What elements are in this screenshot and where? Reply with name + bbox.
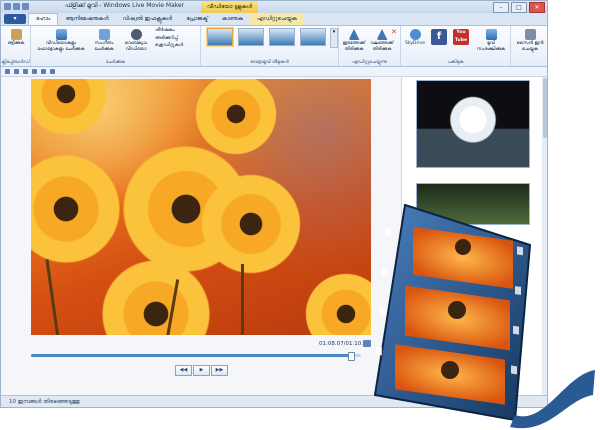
clipboard-group-label: ക്ലിപ്പ്ബോർഡ്: [1, 60, 30, 65]
editing-group-label: എഡിറ്റുചെയ്യുന്നു: [352, 60, 387, 65]
skydrive-label: SkyDrive: [405, 41, 425, 46]
close-button[interactable]: ✕: [529, 2, 545, 13]
tab-visual-effects[interactable]: വിഷ്വൽ ഇഫക്റ്റുകൾ: [116, 14, 180, 25]
rotate-left-label: ഇടത്തേക്ക് തിരിക്കുക: [342, 41, 366, 52]
add-group: വീഡിയോകളും ഫോട്ടോകളും ചേർക്കുക സംഗീതം ചേ…: [31, 26, 201, 66]
playback-controls: ◀◀ ▶ ▶▶: [175, 365, 228, 376]
film-photo-icon: [55, 29, 67, 40]
flower: [31, 149, 126, 269]
app-menu-button[interactable]: ▾: [4, 14, 26, 24]
tab-view[interactable]: കാണുക: [215, 14, 250, 25]
sign-in-label: സൈൻ ഇൻ ചെയ്യുക: [516, 41, 544, 52]
add-videos-label: വീഡിയോകളും ഫോട്ടോകളും ചേർക്കുക: [37, 41, 85, 52]
rotate-left-icon: [348, 29, 360, 40]
tab-animations[interactable]: ആനിമേഷനുകൾ: [58, 14, 115, 25]
paste-icon: [10, 29, 22, 40]
share-group-label: പങ്കിടുക: [447, 60, 464, 65]
add-music-label: സംഗീതം ചേർക്കുക: [94, 41, 114, 52]
minimize-button[interactable]: –: [493, 2, 509, 13]
youtube-icon[interactable]: You Tube: [453, 29, 469, 45]
status-text: 10 ഇനങ്ങൾ തിരഞ്ഞെടുത്തു: [9, 399, 80, 405]
skydrive-button[interactable]: SkyDrive: [403, 29, 427, 47]
ribbon: ഒട്ടിക്കുക ക്ലിപ്പ്ബോർഡ് വീഡിയോകളും ഫോട്…: [1, 26, 547, 67]
caption-button[interactable]: അടിക്കുറിപ്പ്: [155, 36, 199, 42]
preview-image: [31, 79, 371, 335]
stem: [241, 264, 244, 335]
seek-thumb[interactable]: [348, 352, 356, 361]
clipboard-group: ഒട്ടിക്കുക ക്ലിപ്പ്ബോർഡ്: [1, 26, 31, 66]
window-title: ഫ്ളിക്ക് മൂവി - Windows Live Movie Maker: [65, 2, 185, 9]
cloud-icon: [409, 29, 421, 40]
play-button[interactable]: ▶: [193, 365, 210, 376]
maximize-button[interactable]: □: [511, 2, 527, 13]
themes-group-label: ഓട്ടോമൂവി തീമുകൾ: [250, 60, 289, 65]
webcam-video-button[interactable]: വെബ്ക്യാം വീഡിയോ: [121, 29, 151, 52]
paste-button[interactable]: ഒട്ടിക്കുക: [4, 29, 28, 47]
seek-progress: [31, 354, 352, 357]
flower: [31, 79, 111, 139]
share-group: SkyDrive f You Tube മൂവി സംരക്ഷിക്കുക പങ…: [401, 26, 511, 66]
music-note-icon: [98, 29, 110, 40]
quick-access-toolbar: [4, 3, 29, 10]
next-frame-button[interactable]: ▶▶: [211, 365, 228, 376]
zoom-in-icon[interactable]: [14, 69, 19, 74]
sign-in-button[interactable]: സൈൻ ഇൻ ചെയ്യുക: [515, 29, 545, 52]
paste-label: ഒട്ടിക്കുക: [7, 41, 25, 46]
film-save-icon: [485, 29, 497, 40]
add-text-options: ശീർഷകം അടിക്കുറിപ്പ് ക്രെഡിറ്റുകൾ: [155, 28, 199, 49]
rotate-right-label: വലത്തേക്ക് തിരിക്കുക: [370, 41, 394, 52]
youtube-label: You Tube: [454, 30, 468, 43]
flower: [196, 169, 306, 279]
storyboard-clip[interactable]: [416, 80, 530, 168]
webcam-label: വെബ്ക്യാം വീഡിയോ: [124, 41, 148, 52]
signin-group: സൈൻ ഇൻ ചെയ്യുക: [511, 26, 547, 66]
thumbnail-size-icon[interactable]: [23, 69, 28, 74]
theme-thumbnail[interactable]: [207, 28, 233, 46]
view-toolbar: [1, 67, 547, 77]
seek-bar[interactable]: [31, 352, 361, 361]
theme-thumbnail[interactable]: [238, 28, 264, 46]
add-videos-button[interactable]: വീഡിയോകളും ഫോട്ടോകളും ചേർക്കുക: [35, 29, 87, 52]
trim-icon[interactable]: [50, 69, 55, 74]
preview-pane: 01:08.07/01:10.00 ◀◀ ▶ ▶▶: [1, 77, 401, 395]
tab-home[interactable]: ഹോം: [28, 13, 59, 25]
previous-frame-button[interactable]: ◀◀: [175, 365, 192, 376]
audio-icon[interactable]: [41, 69, 46, 74]
themes-more-button[interactable]: ▾: [330, 28, 338, 48]
theme-thumbnail[interactable]: [269, 28, 295, 46]
redo-quick-icon[interactable]: [22, 3, 29, 10]
facebook-icon[interactable]: f: [431, 29, 447, 45]
rotate-right-icon: [376, 29, 388, 40]
flower: [301, 269, 371, 335]
automovie-themes-group: ▾ ഓട്ടോമൂവി തീമുകൾ: [201, 26, 339, 66]
movie-maker-logo: [373, 203, 595, 429]
rotate-left-button[interactable]: ഇടത്തേക്ക് തിരിക്കുക: [341, 29, 367, 52]
save-movie-button[interactable]: മൂവി സംരക്ഷിക്കുക: [475, 29, 507, 52]
stem: [45, 259, 60, 335]
title-button[interactable]: ശീർഷകം: [155, 28, 199, 34]
webcam-icon: [130, 29, 142, 40]
editing-group: ഇടത്തേക്ക് തിരിക്കുക വലത്തേക്ക് തിരിക്കു…: [339, 26, 401, 66]
add-group-label: ചേർക്കുക: [105, 60, 126, 65]
theme-thumbnail[interactable]: [300, 28, 326, 46]
remove-icon[interactable]: ✕: [391, 28, 397, 36]
undo-quick-icon[interactable]: [13, 3, 20, 10]
save-movie-label: മൂവി സംരക്ഷിക്കുക: [476, 41, 506, 52]
save-quick-icon[interactable]: [4, 3, 11, 10]
tab-project[interactable]: പ്രോജക്ട്: [179, 14, 215, 25]
credits-button[interactable]: ക്രെഡിറ്റുകൾ: [155, 43, 199, 49]
title-bar: ഫ്ളിക്ക് മൂവി - Windows Live Movie Maker…: [1, 1, 547, 13]
add-music-button[interactable]: സംഗീതം ചേർക്കുക: [89, 29, 119, 52]
zoom-out-icon[interactable]: [5, 69, 10, 74]
window-controls: – □ ✕: [493, 2, 545, 13]
scroll-thumb[interactable]: [543, 78, 547, 138]
tab-edit[interactable]: എഡിറ്റുചെയ്യുക: [249, 14, 304, 25]
user-icon: [524, 29, 536, 40]
split-icon[interactable]: [32, 69, 37, 74]
context-tab-title: വീഡിയോ ടൂളുകൾ: [201, 1, 259, 13]
ribbon-tabs: ▾ ഹോം ആനിമേഷനുകൾ വിഷ്വൽ ഇഫക്റ്റുകൾ പ്രോജ…: [1, 13, 547, 26]
